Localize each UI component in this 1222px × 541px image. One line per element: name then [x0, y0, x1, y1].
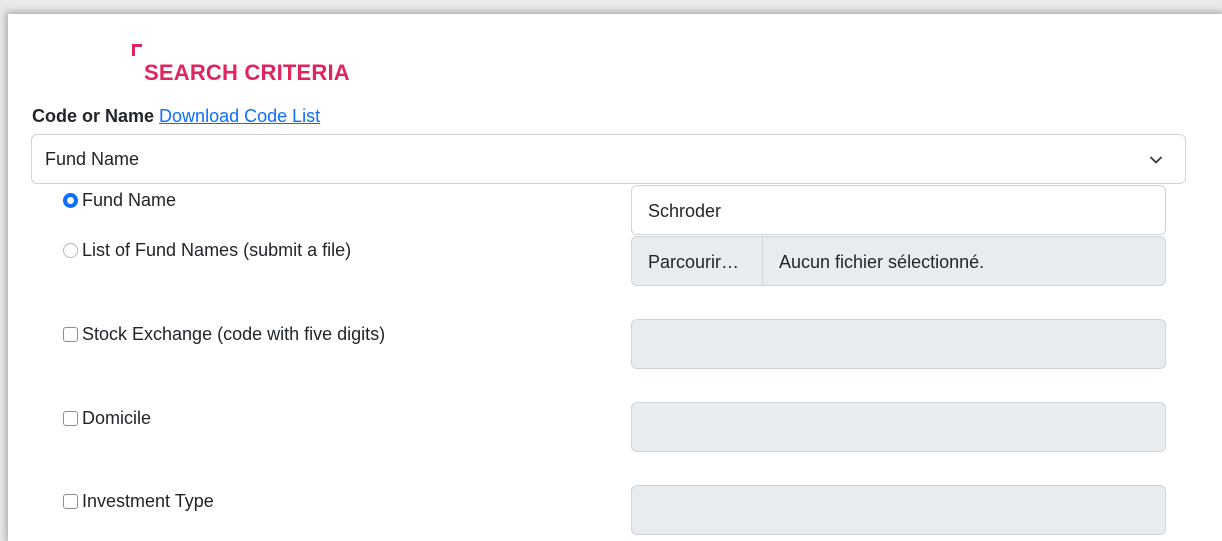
- list-of-fund-names-radio[interactable]: [63, 243, 78, 258]
- browse-button-label: Parcourir…: [648, 252, 740, 272]
- domicile-input[interactable]: [631, 402, 1166, 452]
- download-code-list-link[interactable]: Download Code List: [159, 106, 320, 126]
- domicile-checkbox[interactable]: [63, 411, 78, 426]
- fund-name-radio[interactable]: [63, 193, 78, 208]
- file-status: Aucun fichier sélectionné.: [779, 252, 985, 272]
- option-domicile[interactable]: Domicile: [63, 408, 151, 429]
- browse-button[interactable]: Parcourir…: [632, 237, 763, 285]
- stock-exchange-input[interactable]: [631, 319, 1166, 369]
- stock-exchange-checkbox[interactable]: [63, 327, 78, 342]
- chevron-down-icon: [1150, 156, 1162, 164]
- code-or-name-row: Code or Name Download Code List: [32, 106, 320, 127]
- domicile-label: Domicile: [82, 408, 152, 428]
- investment-type-input[interactable]: [631, 485, 1166, 535]
- option-stock-exchange[interactable]: Stock Exchange (code with five digits): [63, 324, 385, 345]
- fund-name-input[interactable]: Schroder: [631, 185, 1166, 235]
- option-list-of-fund-names[interactable]: List of Fund Names (submit a file): [63, 240, 351, 261]
- code-or-name-label: Code or Name: [32, 106, 155, 126]
- option-investment-type[interactable]: Investment Type: [63, 491, 214, 512]
- corner-bracket-icon: [132, 44, 142, 56]
- option-fund-name[interactable]: Fund Name: [63, 190, 176, 211]
- fund-name-label: Fund Name: [82, 190, 177, 210]
- investment-type-checkbox[interactable]: [63, 494, 78, 509]
- stock-exchange-label: Stock Exchange (code with five digits): [82, 324, 386, 344]
- section-title: SEARCH CRITERIA: [144, 60, 350, 85]
- list-of-fund-names-label: List of Fund Names (submit a file): [82, 240, 352, 260]
- code-or-name-select[interactable]: Fund Name: [31, 134, 1186, 184]
- select-value: Fund Name: [45, 149, 140, 169]
- investment-type-label: Investment Type: [82, 491, 214, 511]
- fund-name-input-value: Schroder: [648, 201, 722, 221]
- fund-names-file-input[interactable]: Parcourir… Aucun fichier sélectionné.: [631, 236, 1166, 286]
